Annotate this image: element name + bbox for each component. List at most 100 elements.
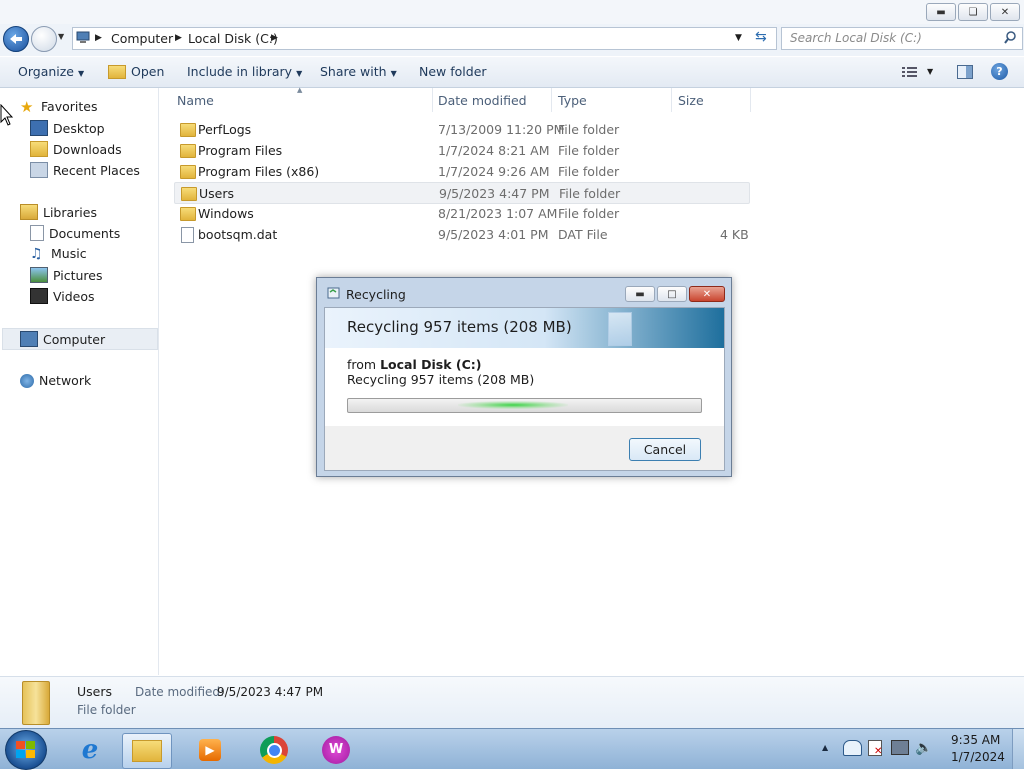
share-with-menu[interactable]: Share with ▼ — [320, 64, 397, 79]
column-divider[interactable] — [750, 88, 751, 112]
maximize-icon: □ — [667, 288, 677, 300]
nav-network[interactable]: Network — [20, 373, 91, 388]
file-row-program-files[interactable]: Program Files 1/7/2024 8:21 AM File fold… — [174, 140, 748, 160]
file-row-perflogs[interactable]: PerfLogs 7/13/2009 11:20 PM File folder — [174, 119, 748, 139]
dialog-maximize-button[interactable]: □ — [657, 286, 687, 302]
column-header-type[interactable]: Type — [558, 93, 587, 108]
restore-icon: ❏ — [968, 6, 978, 18]
help-button[interactable]: ? — [991, 63, 1008, 80]
star-icon: ★ — [20, 97, 34, 116]
dialog-body: Recycling 957 items (208 MB) from Local … — [324, 307, 725, 471]
new-folder-button[interactable]: New folder — [419, 64, 487, 79]
taskbar-windows-explorer[interactable] — [122, 733, 172, 769]
start-button[interactable] — [5, 730, 47, 770]
column-divider[interactable] — [432, 88, 433, 112]
nav-pictures[interactable]: Pictures — [30, 267, 103, 283]
open-button[interactable]: Open — [108, 64, 164, 79]
nav-recent-places-label: Recent Places — [53, 162, 140, 178]
file-row-windows[interactable]: Windows 8/21/2023 1:07 AM File folder — [174, 203, 748, 223]
address-dropdown-icon[interactable]: ▼ — [735, 33, 742, 43]
recycling-dialog: Recycling ▬ □ ✕ Recycling 957 items (208… — [316, 277, 732, 477]
folder-icon — [180, 207, 196, 221]
file-date: 9/5/2023 4:47 PM — [439, 186, 550, 201]
nav-downloads[interactable]: Downloads — [30, 141, 122, 157]
cloud-sync-icon[interactable] — [843, 740, 862, 756]
nav-network-label: Network — [39, 373, 92, 388]
nav-recent-places[interactable]: Recent Places — [30, 162, 140, 178]
view-list-icon — [902, 67, 917, 77]
address-bar[interactable]: ▶ Computer ▶ Local Disk (C:) ▶ ▼ ⇆ — [72, 27, 777, 50]
breadcrumb-local-disk[interactable]: Local Disk (C:) — [188, 31, 278, 46]
folder-icon — [181, 187, 197, 201]
nav-desktop[interactable]: Desktop — [30, 120, 105, 136]
column-divider[interactable] — [671, 88, 672, 112]
breadcrumb-separator-icon[interactable]: ▶ — [175, 33, 182, 43]
show-desktop-button[interactable] — [1012, 729, 1024, 769]
search-icon[interactable] — [1004, 31, 1017, 45]
computer-icon — [20, 331, 38, 347]
nav-documents[interactable]: Documents — [30, 225, 120, 241]
folder-icon — [180, 144, 196, 158]
downloads-icon — [30, 141, 48, 157]
nav-favorites-label: Favorites — [41, 99, 98, 114]
recent-pages-dropdown[interactable]: ▼ — [58, 32, 64, 41]
action-center-icon[interactable]: ✕ — [868, 740, 882, 757]
file-row-program-files-x86[interactable]: Program Files (x86) 1/7/2024 9:26 AM Fil… — [174, 161, 748, 181]
close-button[interactable]: ✕ — [990, 3, 1020, 21]
breadcrumb-separator-icon[interactable]: ▶ — [95, 33, 102, 43]
breadcrumb-computer[interactable]: Computer — [111, 31, 173, 46]
breadcrumb-separator-icon[interactable]: ▶ — [271, 33, 278, 43]
organize-menu[interactable]: Organize ▼ — [18, 64, 84, 79]
dialog-minimize-button[interactable]: ▬ — [625, 286, 655, 302]
details-date-value: 9/5/2023 4:47 PM — [217, 685, 324, 699]
search-box[interactable]: Search Local Disk (C:) — [781, 27, 1023, 50]
column-header-size[interactable]: Size — [678, 93, 704, 108]
taskbar-wps-office[interactable]: W — [312, 733, 360, 767]
include-in-library-label: Include in library — [187, 64, 293, 79]
include-in-library-menu[interactable]: Include in library ▼ — [187, 64, 302, 79]
sort-ascending-icon: ▲ — [297, 86, 303, 94]
clock-date[interactable]: 1/7/2024 — [951, 750, 1005, 764]
file-type: DAT File — [558, 227, 608, 242]
minimize-button[interactable]: ▬ — [926, 3, 956, 21]
column-header-date-modified[interactable]: Date modified — [438, 93, 527, 108]
mouse-cursor-icon — [0, 104, 14, 126]
dialog-close-button[interactable]: ✕ — [689, 286, 725, 302]
file-name: Windows — [198, 206, 254, 221]
network-status-icon[interactable] — [891, 740, 909, 755]
recycle-bin-icon — [327, 287, 340, 299]
internet-explorer-icon: e — [81, 735, 99, 765]
column-header-name[interactable]: Name — [177, 93, 214, 108]
volume-muted-icon[interactable]: 🔈 — [915, 740, 932, 756]
dialog-content: from Local Disk (C:) Recycling 957 items… — [325, 348, 724, 426]
cancel-button[interactable]: Cancel — [629, 438, 701, 461]
column-divider[interactable] — [551, 88, 552, 112]
minimize-icon: ▬ — [635, 288, 645, 300]
nav-computer[interactable]: Computer — [20, 331, 105, 347]
nav-libraries[interactable]: Libraries — [20, 204, 97, 220]
network-icon — [20, 373, 34, 388]
chrome-icon — [260, 736, 288, 764]
refresh-icon[interactable]: ⇆ — [755, 29, 767, 45]
taskbar-media-player[interactable]: ▶ — [186, 733, 234, 767]
nav-favorites[interactable]: ★ Favorites — [20, 99, 97, 114]
preview-pane-button[interactable] — [957, 65, 973, 79]
taskbar-internet-explorer[interactable]: e — [66, 733, 114, 767]
recycling-status: Recycling 957 items (208 MB) — [347, 372, 535, 387]
change-view-button[interactable] — [902, 66, 918, 81]
restore-button[interactable]: ❏ — [958, 3, 988, 21]
show-hidden-icons-icon[interactable]: ▲ — [822, 743, 828, 752]
command-bar: Organize ▼ Open Include in library ▼ Share… — [0, 57, 1024, 88]
nav-music[interactable]: ♫ Music — [30, 246, 87, 261]
back-arrow-icon — [10, 34, 22, 44]
file-date: 1/7/2024 8:21 AM — [438, 143, 550, 158]
forward-button[interactable] — [31, 26, 57, 52]
file-row-users-selected[interactable]: Users 9/5/2023 4:47 PM File folder — [174, 182, 750, 204]
nav-videos[interactable]: Videos — [30, 288, 95, 304]
back-button[interactable] — [3, 26, 29, 52]
clock-time[interactable]: 9:35 AM — [951, 733, 1000, 747]
file-row-bootsqm[interactable]: bootsqm.dat 9/5/2023 4:01 PM DAT File 4 … — [174, 224, 749, 244]
folder-icon — [180, 123, 196, 137]
view-options-dropdown[interactable]: ▼ — [927, 67, 933, 76]
taskbar-chrome[interactable] — [250, 733, 298, 767]
